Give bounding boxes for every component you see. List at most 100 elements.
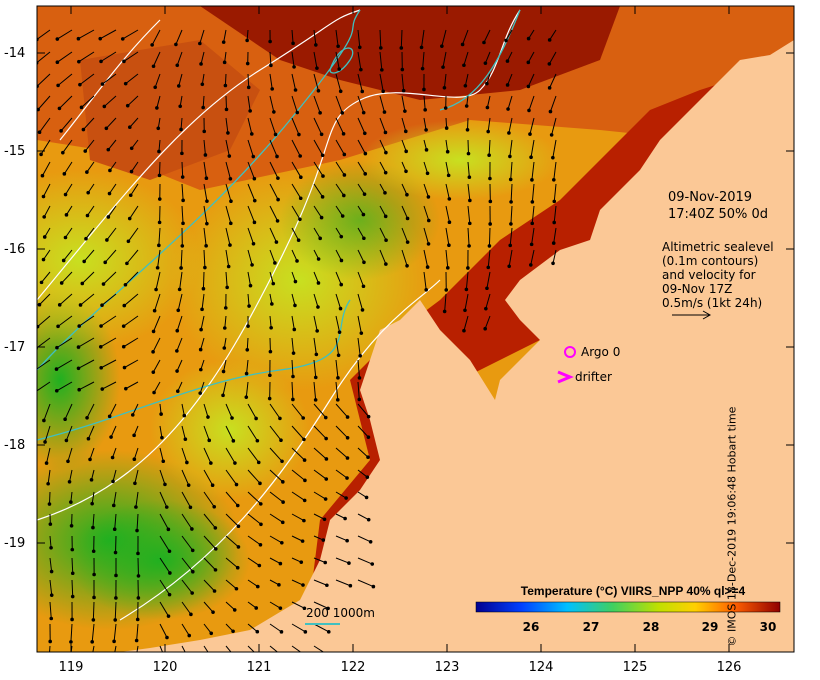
isobath-label: 200 1000m xyxy=(306,606,375,620)
velocity-arrow-head xyxy=(190,548,195,553)
velocity-arrow-head xyxy=(382,110,387,114)
velocity-arrow-head xyxy=(47,662,51,666)
velocity-arrow-head xyxy=(342,193,346,198)
velocity-arrow-head xyxy=(296,238,301,242)
velocity-arrow-head xyxy=(49,569,54,574)
velocity-arrow-head xyxy=(465,127,470,132)
velocity-arrow-head xyxy=(223,306,228,310)
velocity-arrow-head xyxy=(447,197,452,201)
velocity-arrow-head xyxy=(104,126,109,131)
velocity-arrow-head xyxy=(125,261,129,266)
velocity-arrow-head xyxy=(101,282,106,286)
velocity-arrow-head xyxy=(483,61,488,65)
velocity-arrow-head xyxy=(99,59,103,64)
velocity-arrow-head xyxy=(89,478,94,482)
velocity-arrow-head xyxy=(302,498,307,503)
velocity-arrow-head xyxy=(483,326,487,331)
velocity-arrow-head xyxy=(102,104,107,109)
velocity-arrow-head xyxy=(157,173,162,178)
velocity-arrow-head xyxy=(245,38,249,43)
altimetry-scale: 0.5m/s (1kt 24h) xyxy=(662,296,763,310)
velocity-arrow-head xyxy=(399,46,404,50)
colorbar-tick: 30 xyxy=(759,620,777,634)
velocity-arrow-head xyxy=(111,479,115,484)
velocity-arrow-head xyxy=(548,109,553,114)
velocity-arrow-head xyxy=(268,349,273,354)
velocity-arrow-head xyxy=(551,241,556,245)
velocity-arrow-head xyxy=(508,243,513,248)
velocity-arrow-head xyxy=(405,216,410,221)
colorbar-tick: 29 xyxy=(701,620,719,634)
velocity-arrow-head xyxy=(340,214,345,218)
velocity-arrow-head xyxy=(228,221,233,226)
velocity-arrow-head xyxy=(70,571,75,576)
velocity-arrow-head xyxy=(77,59,81,64)
velocity-arrow-head xyxy=(168,571,172,575)
velocity-arrow-head xyxy=(49,593,54,597)
velocity-arrow-head xyxy=(90,501,94,506)
velocity-arrow-head xyxy=(324,477,329,481)
velocity-arrow-head xyxy=(76,366,81,371)
velocity-arrow-head xyxy=(222,60,227,65)
velocity-arrow-head xyxy=(67,480,72,484)
velocity-arrow-head xyxy=(57,303,62,307)
velocity-arrow-head xyxy=(299,560,304,564)
velocity-arrow-head xyxy=(166,527,171,532)
velocity-arrow-head xyxy=(42,235,47,239)
colorbar-tick: 28 xyxy=(642,620,660,634)
velocity-arrow-head xyxy=(384,238,388,243)
velocity-arrow-head xyxy=(297,132,301,137)
velocity-arrow-head xyxy=(273,261,277,265)
velocity-arrow-head xyxy=(33,390,37,394)
velocity-arrow-head xyxy=(62,172,67,176)
velocity-arrow-head xyxy=(49,545,53,550)
velocity-arrow-head xyxy=(69,500,73,504)
velocity-arrow-head xyxy=(366,455,370,460)
velocity-arrow-head xyxy=(80,281,85,286)
velocity-arrow-head xyxy=(86,436,91,441)
velocity-arrow-head xyxy=(175,389,180,394)
velocity-arrow-head xyxy=(88,457,92,462)
velocity-arrow-head xyxy=(529,242,534,247)
velocity-arrow-head xyxy=(230,416,234,420)
velocity-arrow-head xyxy=(345,435,350,440)
velocity-arrow-head xyxy=(48,639,52,644)
velocity-arrow-head xyxy=(177,287,182,292)
velocity-arrow-head xyxy=(232,608,237,612)
velocity-arrow-head xyxy=(303,630,308,634)
velocity-arrow-head xyxy=(445,266,450,270)
velocity-arrow-head xyxy=(202,129,207,134)
velocity-arrow-head xyxy=(55,37,60,41)
velocity-arrow-head xyxy=(466,266,470,270)
velocity-arrow-head xyxy=(56,324,60,329)
velocity-arrow-head xyxy=(210,483,215,487)
lon-tick: 120 xyxy=(152,660,178,675)
velocity-arrow-head xyxy=(160,435,164,440)
velocity-arrow-head xyxy=(529,155,533,160)
velocity-arrow-head xyxy=(236,545,241,549)
velocity-arrow-head xyxy=(368,539,373,544)
velocity-arrow-head xyxy=(426,195,431,199)
velocity-arrow-head xyxy=(365,475,370,479)
velocity-arrow-head xyxy=(404,149,408,154)
velocity-arrow-head xyxy=(134,659,138,663)
velocity-arrow-head xyxy=(464,104,469,108)
velocity-arrow-head xyxy=(106,215,111,219)
velocity-arrow-head xyxy=(255,438,260,443)
velocity-arrow-head xyxy=(100,387,105,391)
velocity-arrow-head xyxy=(345,456,350,460)
velocity-arrow-head xyxy=(293,279,298,284)
velocity-arrow-head xyxy=(156,126,161,131)
velocity-arrow-head xyxy=(123,282,128,287)
velocity-arrow-head xyxy=(258,542,263,547)
velocity-arrow-head xyxy=(423,108,427,112)
velocity-arrow-head xyxy=(179,266,183,270)
velocity-arrow-head xyxy=(212,589,217,593)
velocity-arrow-head xyxy=(111,503,116,508)
velocity-arrow-head xyxy=(292,327,297,332)
velocity-arrow-head xyxy=(42,418,46,423)
velocity-arrow-head xyxy=(424,288,429,292)
velocity-arrow xyxy=(488,227,491,246)
velocity-arrow-head xyxy=(447,243,451,248)
velocity-arrow-head xyxy=(159,412,163,416)
